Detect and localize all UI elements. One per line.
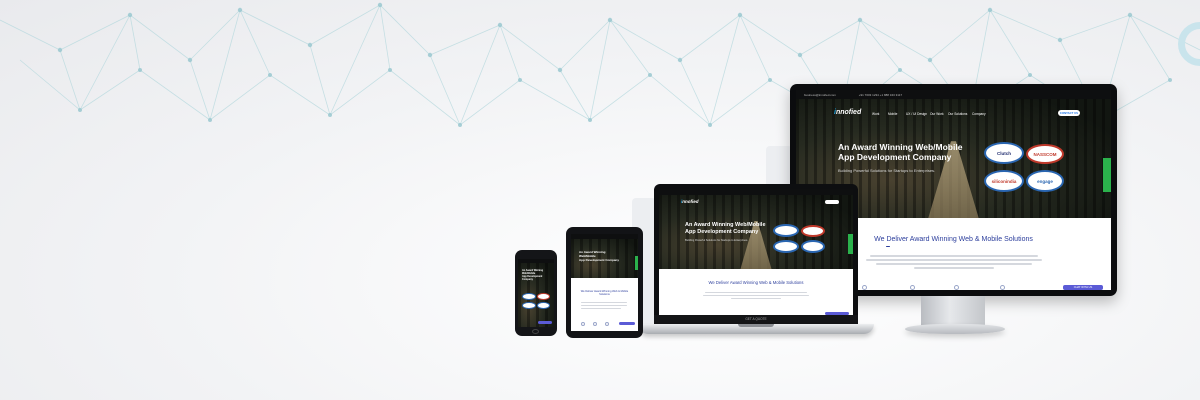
nav-bar: innofied Work Mobile UX / UI Design Our …: [796, 106, 1111, 122]
site-logo[interactable]: innofied: [681, 199, 699, 204]
nasscom-badge: [801, 225, 825, 237]
section-title: We Deliver Award Winning Web & Mobile So…: [580, 290, 629, 296]
text-line: [581, 305, 627, 306]
text-line: [581, 308, 621, 309]
laptop: innofied An Award Winning Web/Mobile App…: [654, 184, 858, 324]
service-icon[interactable]: [954, 285, 959, 290]
website-laptop: innofied An Award Winning Web/Mobile App…: [659, 189, 853, 315]
website-phone: An Award Winning Web/Mobile App Developm…: [518, 259, 554, 327]
nasscom-badge: NASSCOM: [1026, 144, 1064, 164]
site-logo[interactable]: innofied: [834, 109, 861, 116]
clutch-badge: Clutch: [984, 142, 1024, 164]
contact-us-button[interactable]: [825, 200, 839, 204]
home-button[interactable]: [532, 329, 539, 334]
tablet-screen: An Award Winning Web/Mobile App Developm…: [571, 234, 638, 331]
nasscom-badge: [537, 293, 550, 300]
laptop-bottom-label: GET A QUOTE: [654, 315, 858, 324]
service-icon[interactable]: [1000, 285, 1005, 290]
clutch-badge: [773, 224, 799, 237]
top-bar: [659, 189, 853, 195]
service-icon[interactable]: [593, 322, 597, 326]
hero-subtitle: Building Powerful Solutions for Startups…: [838, 168, 936, 173]
text-line: [866, 259, 1042, 261]
smartphone: An Award Winning Web/Mobile App Developm…: [515, 250, 557, 336]
nav-item[interactable]: Mobile: [888, 112, 897, 116]
hero-title: An Award Winning Web/Mobile App Developm…: [579, 250, 619, 262]
engage-badge: [801, 240, 825, 253]
laptop-notch: [738, 324, 774, 327]
text-line: [705, 292, 807, 293]
service-icon[interactable]: [581, 322, 585, 326]
text-line: [581, 302, 627, 303]
hero-title-line: An Award Winning Web/Mobile: [579, 250, 606, 258]
nav-item[interactable]: Company: [972, 112, 986, 116]
chat-with-us-button[interactable]: [538, 321, 552, 324]
hero-title: An Award Winning Web/Mobile App Developm…: [838, 142, 962, 162]
service-icon[interactable]: [910, 285, 915, 290]
nav-item[interactable]: UX / UI Design: [906, 112, 927, 116]
hero-title-line: App Development Company: [579, 258, 620, 262]
laptop-screen: innofied An Award Winning Web/Mobile App…: [659, 189, 853, 315]
service-icon[interactable]: [605, 322, 609, 326]
top-bar: [571, 234, 638, 239]
hero-title-line: An Award Winning Web/Mobile: [838, 142, 963, 152]
siliconindia-badge: [773, 240, 799, 253]
hero-title: An Award Winning Web/Mobile App Developm…: [522, 269, 552, 281]
monitor-stand-base: [905, 324, 1005, 334]
email-text[interactable]: business@innofied.com: [804, 93, 836, 97]
contact-us-button[interactable]: CONTACT US: [1058, 110, 1080, 116]
chat-with-us-button[interactable]: CHAT WITH US: [1063, 285, 1103, 290]
siliconindia-badge: [522, 302, 536, 309]
title-divider: [886, 246, 890, 247]
text-line: [914, 267, 994, 269]
engage-badge: [537, 302, 550, 309]
hero-subtitle: Building Powerful Solutions for Startups…: [685, 239, 749, 242]
chat-with-us-button[interactable]: [619, 322, 635, 325]
tablet: An Award Winning Web/Mobile App Developm…: [566, 227, 643, 338]
clutch-badge: [522, 293, 536, 300]
monitor-stand: [921, 296, 985, 326]
text-line: [703, 295, 809, 296]
hero-banner: business@innofied.com +91 7003 1234 +1 8…: [0, 0, 1200, 400]
text-line: [876, 263, 1032, 265]
service-icon[interactable]: [862, 285, 867, 290]
hero-title: An Award Winning Web/Mobile App Developm…: [685, 222, 766, 236]
nav-item[interactable]: Our Work: [930, 112, 944, 116]
get-quote-side-tab[interactable]: [848, 234, 853, 254]
get-quote-side-tab[interactable]: [635, 256, 638, 270]
hero-title-line: App Development Company: [838, 152, 952, 162]
solutions-section: We Deliver Award Winning Web & Mobile So…: [571, 278, 638, 331]
phone-text[interactable]: +91 7003 1234 +1 888 343 3117: [859, 93, 902, 97]
nav-item[interactable]: Our Solutions: [948, 112, 967, 116]
hero-title-line: App Development Company: [522, 275, 543, 281]
nav-item[interactable]: Work: [872, 112, 879, 116]
section-title: We Deliver Award Winning Web & Mobile So…: [708, 280, 804, 285]
hero-title-line: App Development Company: [685, 229, 759, 235]
phone-screen: An Award Winning Web/Mobile App Developm…: [518, 259, 554, 327]
top-bar: [518, 259, 554, 263]
get-quote-side-tab[interactable]: [1103, 158, 1111, 192]
siliconindia-badge: siliconindia: [984, 170, 1024, 192]
engage-badge: engage: [1026, 170, 1064, 192]
text-line: [870, 255, 1038, 257]
top-bar: business@innofied.com +91 7003 1234 +1 8…: [796, 90, 1111, 99]
website-tablet: An Award Winning Web/Mobile App Developm…: [571, 234, 638, 331]
hero-title-line: An Award Winning Web/Mobile: [685, 222, 766, 228]
solutions-section: We Deliver Award Winning Web & Mobile So…: [659, 269, 853, 315]
text-line: [731, 298, 781, 299]
